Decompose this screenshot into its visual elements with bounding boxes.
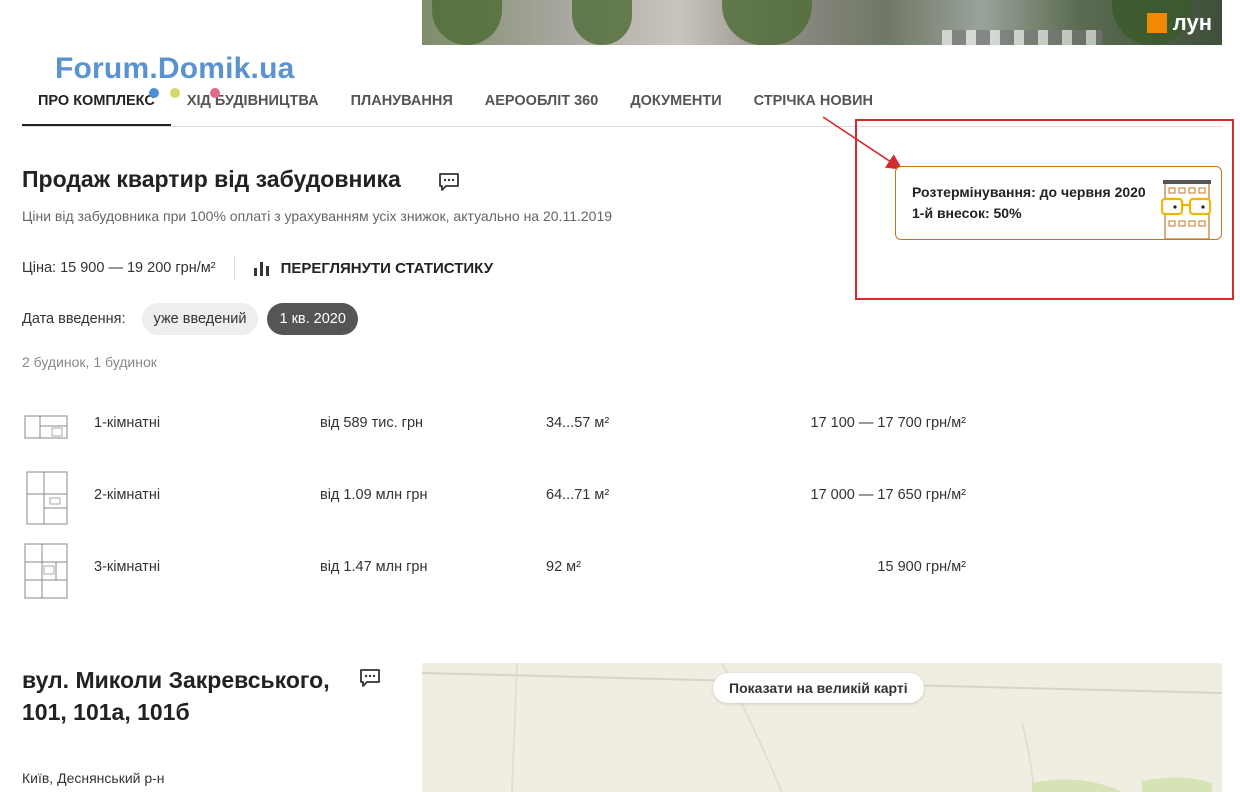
area-range: 34...57 м²	[546, 415, 610, 431]
comment-icon[interactable]	[359, 668, 381, 688]
rooms-label: 3-кімнатні	[94, 559, 161, 575]
dot-blue	[148, 88, 159, 98]
promo-installment-text: Розтермінування: до червня 2020	[912, 184, 1146, 200]
price-per-m2: 15 900 грн/м²	[877, 559, 966, 575]
apartment-row-2room[interactable]: 2-кімнатні від 1.09 млн грн 64...71 м² 1…	[22, 468, 982, 528]
sales-subtitle: Ціни від забудовника при 100% оплаті з у…	[22, 208, 613, 224]
tab-documents[interactable]: ДОКУМЕНТИ	[614, 80, 737, 126]
show-big-map-button[interactable]: Показати на великій карті	[713, 673, 924, 703]
sales-title: Продаж квартир від забудовника	[22, 166, 401, 192]
price-from: від 1.47 млн грн	[320, 559, 428, 575]
comment-icon[interactable]	[438, 172, 460, 192]
view-statistics-link[interactable]: ПЕРЕГЛЯНУТИ СТАТИСТИКУ	[253, 260, 493, 277]
building-glasses-icon	[1161, 180, 1212, 239]
chip-q1-2020[interactable]: 1 кв. 2020	[267, 303, 358, 335]
chip-already-built[interactable]: уже введений	[141, 303, 259, 335]
dot-red	[209, 88, 220, 98]
floorplan-thumbnail	[26, 471, 68, 525]
apartment-row-3room[interactable]: 3-кімнатні від 1.47 млн грн 92 м² 15 900…	[22, 540, 982, 600]
city-district: Київ, Деснянський р-н	[22, 770, 165, 786]
rooms-label: 2-кімнатні	[94, 487, 161, 503]
completion-date-filter: Дата введення: уже введений 1 кв. 2020	[22, 303, 358, 335]
apartment-row-1room[interactable]: 1-кімнатні від 589 тис. грн 34...57 м² 1…	[22, 396, 982, 456]
area-range: 64...71 м²	[546, 487, 610, 503]
installment-promo[interactable]: Розтермінування: до червня 2020 1-й внес…	[895, 166, 1222, 240]
price-per-m2: 17 100 — 17 700 грн/м²	[810, 415, 966, 431]
tab-construction-label: ХІД БУДІВНИЦТВА	[186, 93, 319, 109]
promo-first-payment-text: 1-й внесок: 50%	[912, 205, 1022, 221]
view-statistics-label: ПЕРЕГЛЯНУТИ СТАТИСТИКУ	[280, 259, 494, 277]
price-from: від 1.09 млн грн	[320, 487, 428, 503]
area-range: 92 м²	[546, 559, 581, 575]
hero-image: лун	[422, 0, 1222, 45]
price-from: від 589 тис. грн	[320, 415, 424, 431]
price-row: Ціна: 15 900 — 19 200 грн/м² ПЕРЕГЛЯНУТИ…	[22, 256, 493, 280]
divider	[233, 256, 235, 280]
tab-planning[interactable]: ПЛАНУВАННЯ	[335, 80, 469, 126]
floorplan-thumbnail	[24, 415, 68, 439]
rooms-label: 1-кімнатні	[94, 415, 161, 431]
price-range: Ціна: 15 900 — 19 200 грн/м²	[22, 260, 216, 276]
bar-chart-icon	[253, 262, 269, 276]
address-title: вул. Миколи Закревського, 101, 101а, 101…	[22, 667, 330, 725]
houses-info: 2 будинок, 1 будинок	[22, 354, 157, 370]
tab-about[interactable]: ПРО КОМПЛЕКС	[22, 80, 171, 126]
price-per-m2: 17 000 — 17 650 грн/м²	[810, 487, 966, 503]
tab-construction[interactable]: ХІД БУДІВНИЦТВА	[148, 80, 335, 126]
floorplan-thumbnail	[24, 543, 68, 599]
date-label: Дата введення:	[22, 311, 126, 327]
dot-yellow	[169, 88, 180, 98]
lun-logo: лун	[1146, 10, 1212, 36]
tab-aerial-360[interactable]: АЕРООБЛІТ 360	[469, 80, 615, 126]
